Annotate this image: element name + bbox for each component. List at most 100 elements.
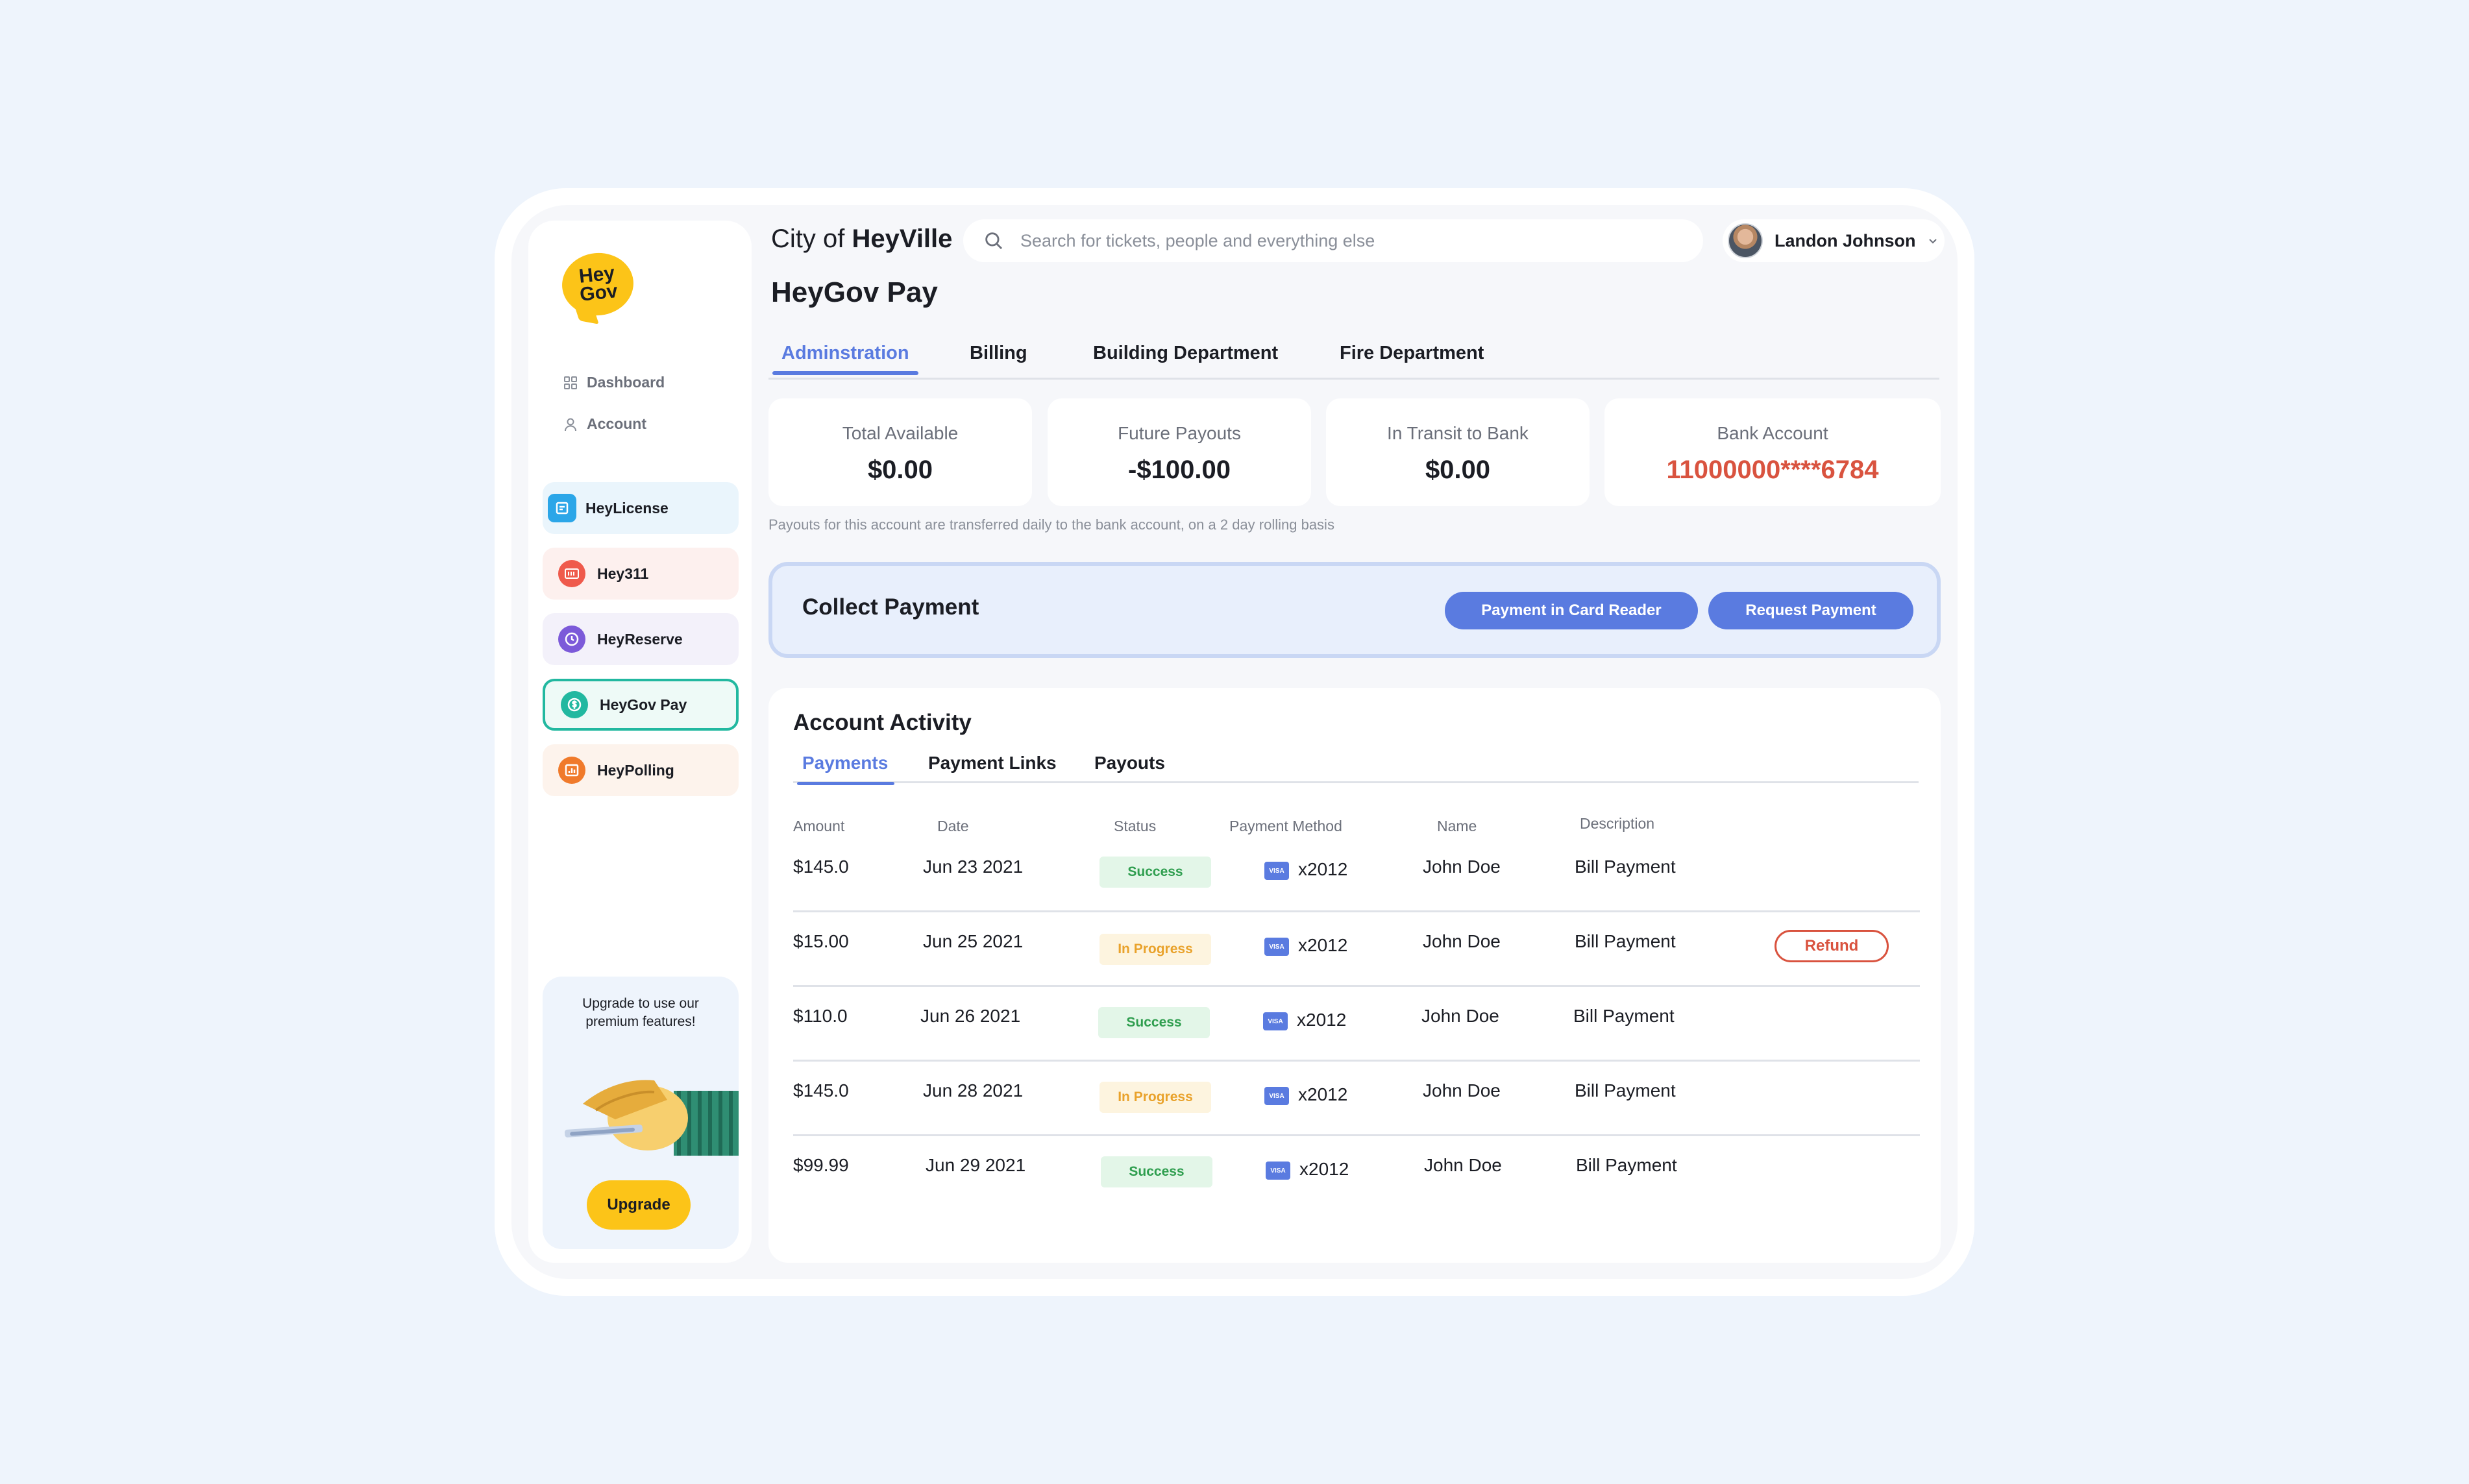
collect-payment-title: Collect Payment xyxy=(802,594,979,620)
stat-bank-account: Bank Account 11000000****6784 xyxy=(1604,398,1941,506)
cell-name: John Doe xyxy=(1423,857,1501,877)
status-badge: Success xyxy=(1098,1007,1210,1038)
bar-chart-icon xyxy=(558,757,585,784)
user-icon xyxy=(565,418,576,431)
cell-name: John Doe xyxy=(1421,1006,1499,1026)
visa-card-icon: VISA xyxy=(1263,1012,1288,1030)
payment-in-card-reader-button[interactable]: Payment in Card Reader xyxy=(1445,592,1698,629)
stat-value-bank-account: 11000000****6784 xyxy=(1666,456,1879,484)
cell-date: Jun 25 2021 xyxy=(923,931,1024,951)
avatar xyxy=(1728,223,1763,258)
city-name: HeyVille xyxy=(852,225,953,253)
license-icon xyxy=(548,494,576,522)
account-activity-card: Account Activity Payments Payment Links … xyxy=(768,688,1941,1263)
cell-amount: $99.99 xyxy=(793,1155,849,1175)
sidebar-link-label: Account xyxy=(587,415,646,432)
table-row: $110.0 Jun 26 2021 Success VISA x2012 Jo… xyxy=(793,985,1920,1062)
cell-payment-method: x2012 xyxy=(1298,1084,1348,1104)
visa-card-icon: VISA xyxy=(1264,862,1289,880)
dashboard-icon xyxy=(564,376,577,389)
app-label: Hey311 xyxy=(597,565,649,582)
subtabs-divider xyxy=(793,781,1919,783)
stat-in-transit: In Transit to Bank $0.00 xyxy=(1326,398,1590,506)
sidebar-link-label: Dashboard xyxy=(587,374,665,391)
sidebar-app-heygov-pay[interactable]: HeyGov Pay xyxy=(543,679,739,731)
stat-label: Future Payouts xyxy=(1118,423,1241,443)
dollar-icon xyxy=(561,691,588,718)
tab-adminstration[interactable]: Adminstration xyxy=(772,337,918,375)
user-menu[interactable]: Landon Johnson xyxy=(1723,219,1945,262)
sidebar-link-account[interactable]: Account xyxy=(563,415,646,433)
cell-description: Bill Payment xyxy=(1575,1080,1676,1101)
department-tabs: Adminstration Billing Building Departmen… xyxy=(768,337,1939,380)
upgrade-promo-card: Upgrade to use our premium features! Upg… xyxy=(543,977,739,1249)
search-input[interactable] xyxy=(1019,230,1703,252)
city-prefix: City of xyxy=(771,225,845,253)
sidebar-app-heyreserve[interactable]: HeyReserve xyxy=(543,613,739,665)
column-header-status: Status xyxy=(1114,818,1157,834)
stat-total-available: Total Available $0.00 xyxy=(768,398,1032,506)
user-name: Landon Johnson xyxy=(1775,230,1916,250)
table-row: $145.0 Jun 28 2021 In Progress VISA x201… xyxy=(793,1060,1920,1136)
cell-description: Bill Payment xyxy=(1576,1155,1677,1175)
cell-payment-method: x2012 xyxy=(1298,859,1348,879)
stat-label: In Transit to Bank xyxy=(1387,423,1529,443)
hand-card-illustration xyxy=(564,1080,739,1156)
request-payment-button[interactable]: Request Payment xyxy=(1708,592,1913,629)
cell-date: Jun 28 2021 xyxy=(923,1080,1024,1101)
cell-amount: $15.00 xyxy=(793,931,849,951)
search-icon xyxy=(985,232,1003,250)
logo-text-line2: Gov xyxy=(578,280,619,306)
cell-name: John Doe xyxy=(1423,931,1501,951)
subtab-payouts[interactable]: Payouts xyxy=(1094,753,1165,773)
sidebar-app-hey311[interactable]: Hey311 xyxy=(543,548,739,600)
cell-payment-method: x2012 xyxy=(1299,1159,1349,1179)
chevron-down-icon[interactable] xyxy=(1927,235,1939,247)
column-header-amount: Amount xyxy=(793,818,845,834)
table-row: $145.0 Jun 23 2021 Success VISA x2012 Jo… xyxy=(793,836,1920,912)
column-header-date: Date xyxy=(937,818,969,834)
tab-billing[interactable]: Billing xyxy=(961,337,1037,369)
cell-description: Bill Payment xyxy=(1575,857,1676,877)
stat-label: Bank Account xyxy=(1717,423,1828,443)
sidebar-app-heylicense[interactable]: HeyLicense xyxy=(543,482,739,534)
refund-button[interactable]: Refund xyxy=(1775,930,1889,962)
cell-payment-method: x2012 xyxy=(1297,1010,1347,1030)
visa-card-icon: VISA xyxy=(1264,938,1289,956)
search-bar[interactable] xyxy=(963,219,1703,262)
cell-description: Bill Payment xyxy=(1573,1006,1675,1026)
column-header-payment-method: Payment Method xyxy=(1229,818,1342,834)
stat-value: $0.00 xyxy=(1425,456,1491,484)
payout-note: Payouts for this account are transferred… xyxy=(768,517,1334,533)
cell-name: John Doe xyxy=(1424,1155,1502,1175)
column-header-description: Description xyxy=(1580,815,1655,832)
cell-payment-method: x2012 xyxy=(1298,935,1348,955)
visa-card-icon: VISA xyxy=(1266,1162,1290,1180)
app-label: HeyGov Pay xyxy=(600,696,687,713)
stat-future-payouts: Future Payouts -$100.00 xyxy=(1048,398,1311,506)
subtab-payment-links[interactable]: Payment Links xyxy=(928,753,1057,773)
cell-date: Jun 23 2021 xyxy=(923,857,1024,877)
stat-label: Total Available xyxy=(842,423,959,443)
table-row: $15.00 Jun 25 2021 In Progress VISA x201… xyxy=(793,910,1920,987)
cell-amount: $145.0 xyxy=(793,857,849,877)
cell-date: Jun 26 2021 xyxy=(920,1006,1021,1026)
clock-icon xyxy=(558,626,585,653)
status-badge: Success xyxy=(1099,857,1211,888)
tab-building-department[interactable]: Building Department xyxy=(1084,337,1287,369)
app-label: HeyLicense xyxy=(585,499,669,517)
status-badge: In Progress xyxy=(1099,934,1211,965)
collect-payment-panel: Collect Payment Payment in Card Reader R… xyxy=(768,562,1941,658)
promo-text: Upgrade to use our premium features! xyxy=(582,996,699,1029)
tab-fire-department[interactable]: Fire Department xyxy=(1331,337,1493,369)
sidebar-app-heypolling[interactable]: HeyPolling xyxy=(543,744,739,796)
sidebar-link-dashboard[interactable]: Dashboard xyxy=(563,374,665,391)
hey311-icon xyxy=(558,560,585,587)
stat-value: $0.00 xyxy=(867,456,933,484)
cell-date: Jun 29 2021 xyxy=(926,1155,1026,1175)
cell-name: John Doe xyxy=(1423,1080,1501,1101)
upgrade-button[interactable]: Upgrade xyxy=(587,1180,691,1230)
subtab-payments[interactable]: Payments xyxy=(796,753,895,785)
table-row: $99.99 Jun 29 2021 Success VISA x2012 Jo… xyxy=(793,1134,1920,1209)
account-activity-title: Account Activity xyxy=(793,710,972,735)
